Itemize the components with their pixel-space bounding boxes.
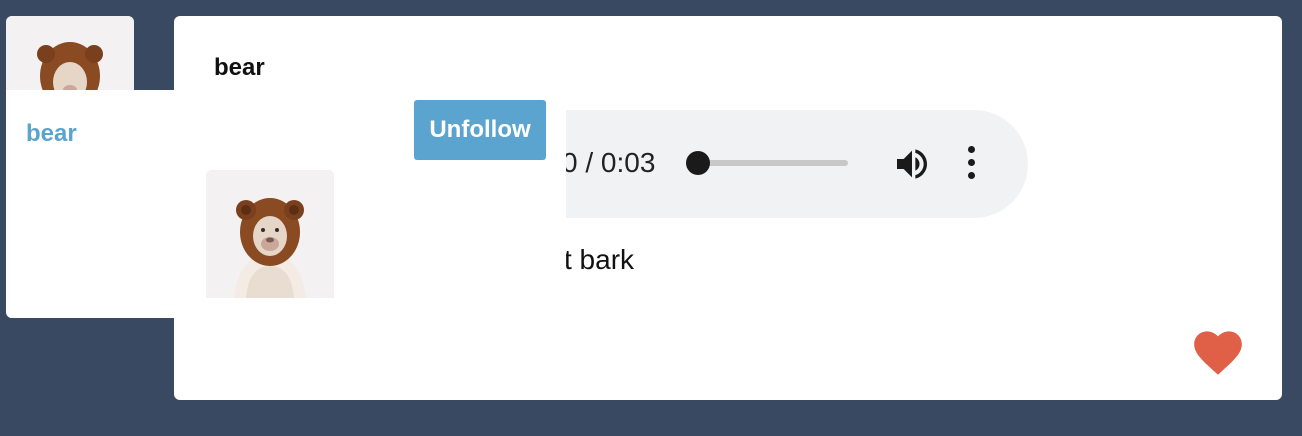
popup-username-link[interactable]: bear bbox=[26, 120, 77, 148]
profile-popup: bear Unfollow bbox=[6, 90, 566, 318]
audio-player[interactable]: 0 / 0:03 bbox=[494, 110, 1028, 218]
audio-time-display: 0 / 0:03 bbox=[562, 147, 656, 178]
more-vertical-icon[interactable] bbox=[968, 146, 976, 182]
dog-photo-thumbnail bbox=[6, 16, 134, 90]
post-author-name[interactable]: bear bbox=[214, 54, 265, 82]
volume-icon[interactable] bbox=[892, 144, 932, 184]
audio-progress-track[interactable] bbox=[694, 160, 848, 166]
audio-progress-handle[interactable] bbox=[686, 151, 710, 175]
unfollow-button[interactable]: Unfollow bbox=[414, 100, 546, 160]
profile-avatar[interactable] bbox=[206, 170, 334, 298]
heart-icon[interactable] bbox=[1192, 328, 1244, 376]
